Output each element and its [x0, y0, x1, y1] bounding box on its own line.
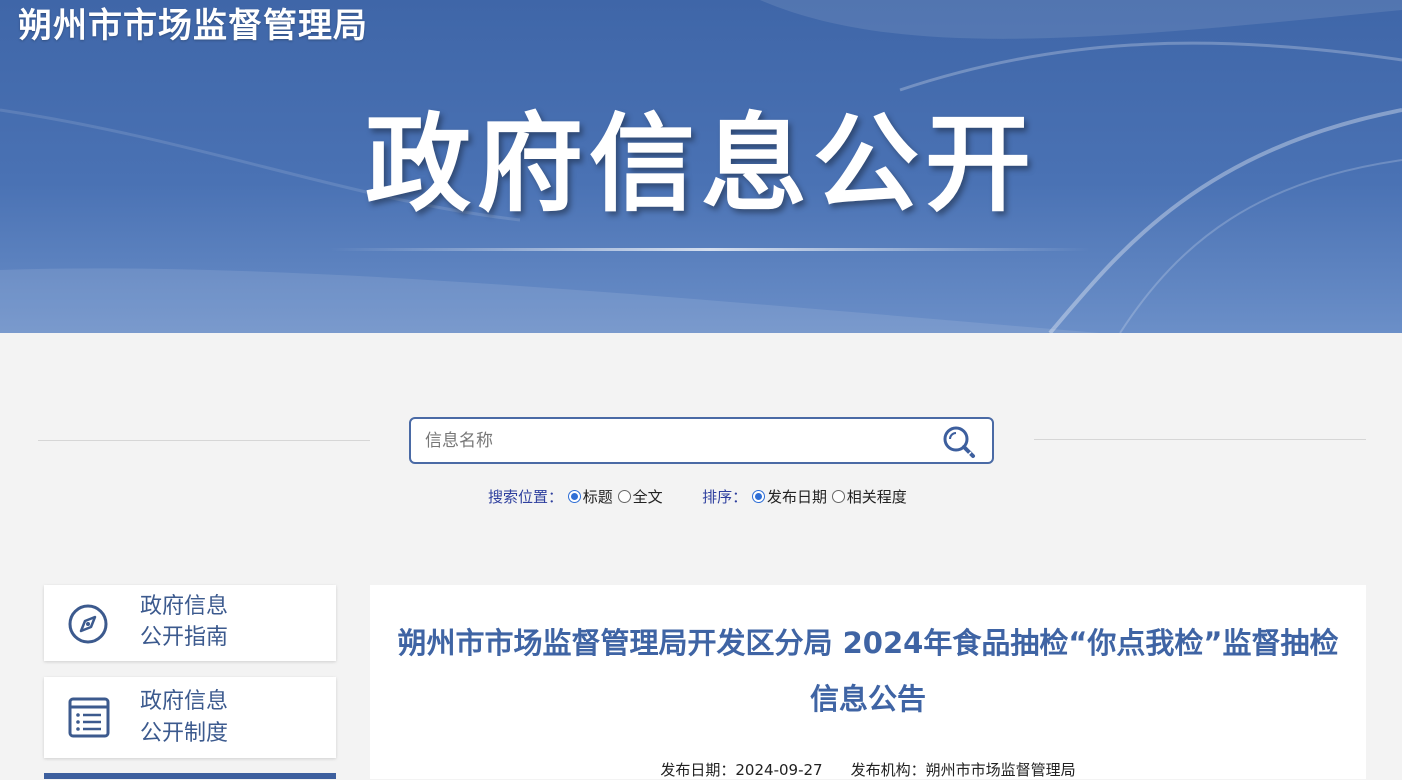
radio-fulltext-label[interactable]: 全文: [633, 488, 663, 506]
radio-sort-relevance-label[interactable]: 相关程度: [847, 488, 907, 506]
search-button[interactable]: [942, 425, 978, 459]
radio-title-label[interactable]: 标题: [583, 488, 613, 506]
search-input[interactable]: [423, 427, 927, 455]
sidebar-item-system-line1: 政府信息: [140, 689, 229, 714]
sidebar-item-guide-line1: 政府信息: [140, 594, 229, 619]
search-position-label: 搜索位置：: [488, 488, 564, 506]
sidebar-item-guide-line2: 公开指南: [140, 625, 229, 650]
banner-title: 政府信息公开: [365, 103, 1037, 226]
radio-fulltext[interactable]: [617, 490, 631, 503]
publish-date-label: 发布日期：: [660, 761, 736, 779]
list-document-icon: [68, 697, 110, 738]
site-name[interactable]: 朔州市市场监督管理局: [18, 4, 368, 48]
sidebar-item-system[interactable]: 政府信息 公开制度: [44, 677, 336, 758]
publish-date: 2024-09-27: [735, 761, 823, 779]
sort-label: 排序：: [702, 488, 748, 506]
publish-org: 朔州市市场监督管理局: [925, 761, 1076, 779]
radio-sort-relevance[interactable]: [831, 490, 845, 503]
sidebar-item-active[interactable]: [44, 773, 336, 779]
header-banner: 朔州市市场监督管理局 政府信息公开: [0, 0, 1402, 333]
radio-sort-date-label[interactable]: 发布日期: [767, 488, 827, 506]
sidebar-item-guide[interactable]: 政府信息 公开指南: [44, 585, 336, 661]
article-title: 朔州市市场监督管理局开发区分局 2024年食品抽检“你点我检”监督抽检信息公告: [397, 626, 1339, 716]
sidebar-item-system-line2: 公开制度: [140, 721, 229, 746]
radio-title[interactable]: [567, 490, 581, 503]
search-icon: [943, 426, 975, 458]
compass-icon: [68, 604, 108, 644]
divider-right: [1034, 439, 1366, 440]
article-panel: 朔州市市场监督管理局开发区分局 2024年食品抽检“你点我检”监督抽检信息公告 …: [370, 585, 1366, 779]
search-options: 搜索位置： 标题 全文 排序： 发布日期 相关程度: [488, 486, 907, 507]
banner-divider: [330, 248, 1090, 251]
radio-sort-date[interactable]: [751, 490, 765, 503]
divider-left: [38, 440, 370, 441]
publish-org-label: 发布机构：: [850, 761, 926, 779]
search-box: [409, 417, 994, 464]
article-meta: 发布日期：2024-09-27 发布机构：朔州市市场监督管理局: [370, 759, 1366, 780]
